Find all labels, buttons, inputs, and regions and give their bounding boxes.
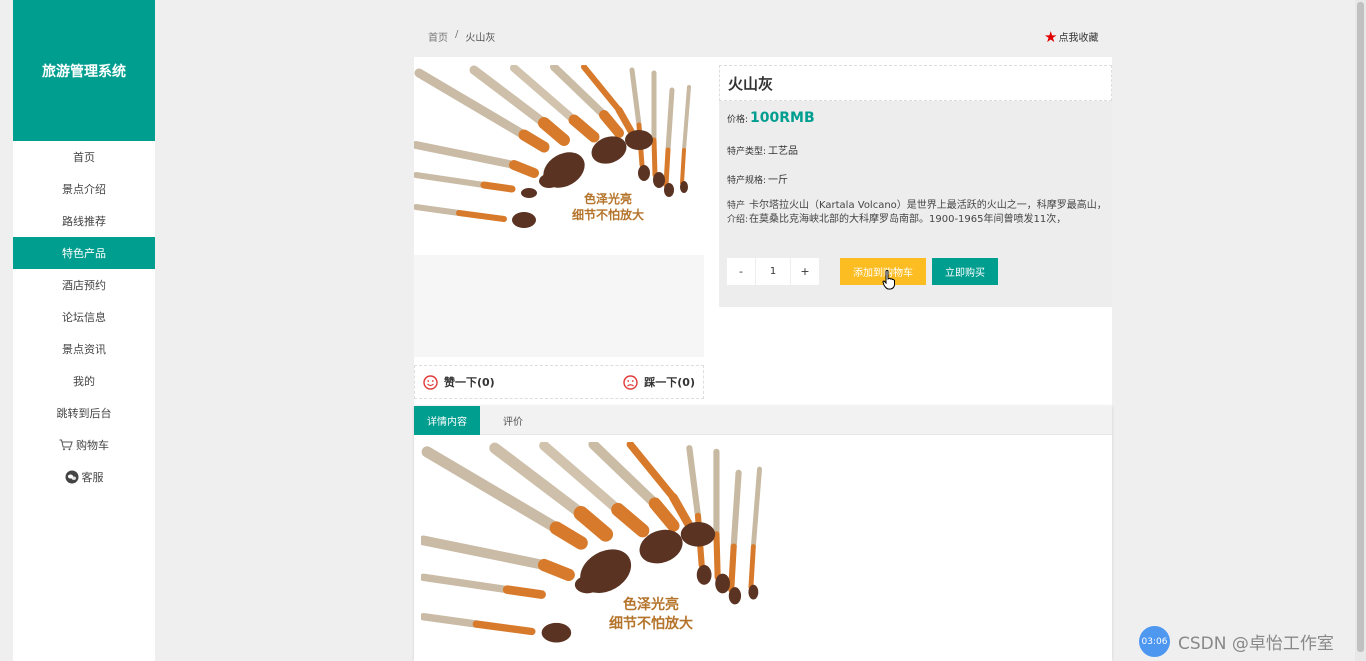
product-panel: 色泽光亮 细节不怕放大 赞一下(0) 踩一下(0) 火山灰 价格: 100RMB… — [414, 57, 1112, 406]
star-icon: ★ — [1044, 27, 1058, 46]
frown-icon — [623, 374, 638, 390]
detail-section: 详情内容 评价 色泽光亮 细节不怕放大 — [414, 406, 1112, 661]
product-image-canvas: 色泽光亮 细节不怕放大 — [414, 65, 704, 255]
cart-icon — [59, 439, 73, 451]
watermark: 03:06 CSDN @卓怡工作室 — [1139, 626, 1334, 657]
type-label: 特产类型: — [727, 147, 767, 157]
scrollbar-thumb[interactable] — [1357, 2, 1364, 652]
sidebar-item-hotel-booking[interactable]: 酒店预约 — [13, 269, 155, 301]
tab-reviews[interactable]: 评价 — [490, 406, 536, 435]
sidebar-item-attractions[interactable]: 景点介绍 — [13, 173, 155, 205]
product-image: 色泽光亮 细节不怕放大 — [414, 65, 704, 357]
dislike-label: 踩一下(0) — [644, 376, 695, 389]
breadcrumb-current: 火山灰 — [465, 33, 496, 44]
sidebar-item-label: 论坛信息 — [62, 311, 106, 324]
sidebar-item-label: 酒店预约 — [62, 279, 106, 292]
timer-badge: 03:06 — [1139, 626, 1170, 657]
detail-caption-line2: 细节不怕放大 — [609, 616, 693, 632]
breadcrumb-separator: / — [455, 29, 459, 40]
favorite-button[interactable]: ★ 点我收藏 — [1044, 29, 1098, 44]
sidebar-item-home[interactable]: 首页 — [13, 141, 155, 173]
detail-image: 色泽光亮 细节不怕放大 — [421, 442, 778, 661]
sidebar: 旅游管理系统 首页 景点介绍 路线推荐 特色产品 酒店预约 论坛信息 景点资讯 … — [13, 0, 155, 661]
brand-title: 旅游管理系统 — [13, 0, 155, 141]
vote-bar: 赞一下(0) 踩一下(0) — [414, 365, 704, 399]
sidebar-item-customer-service[interactable]: 客服 — [13, 461, 155, 493]
sidebar-item-forum[interactable]: 论坛信息 — [13, 301, 155, 333]
tab-bar: 详情内容 评价 — [414, 406, 1112, 435]
description-value: 卡尔塔拉火山（Kartala Volcano）是世界上最活跃的火山之一，科摩罗最… — [749, 200, 1107, 225]
quantity-minus-button[interactable]: - — [727, 258, 755, 285]
quantity-input[interactable]: 1 — [755, 258, 791, 285]
detail-caption-line1: 色泽光亮 — [623, 597, 679, 613]
favorite-label: 点我收藏 — [1058, 33, 1099, 44]
description-label: 特产介绍: — [727, 201, 749, 225]
sidebar-item-label: 首页 — [73, 151, 95, 164]
spec-row: 特产规格: 一斤 — [727, 171, 788, 186]
hand-cursor-icon — [882, 270, 895, 290]
description-row: 特产介绍: 卡尔塔拉火山（Kartala Volcano）是世界上最活跃的火山之… — [727, 199, 1107, 227]
like-button[interactable]: 赞一下(0) — [423, 374, 495, 390]
product-title: 火山灰 — [719, 65, 1112, 101]
breadcrumb-home[interactable]: 首页 — [428, 29, 448, 44]
tab-details[interactable]: 详情内容 — [414, 406, 480, 435]
sidebar-item-news[interactable]: 景点资讯 — [13, 333, 155, 365]
quantity-plus-button[interactable]: + — [791, 258, 819, 285]
product-info: 火山灰 价格: 100RMB 特产类型: 工艺品 特产规格: 一斤 特产介绍: … — [719, 65, 1112, 307]
buy-now-button[interactable]: 立即购买 — [932, 258, 998, 285]
dislike-button[interactable]: 踩一下(0) — [623, 374, 695, 390]
sidebar-item-label: 客服 — [81, 471, 104, 484]
sidebar-item-mine[interactable]: 我的 — [13, 365, 155, 397]
price-value: 100RMB — [750, 110, 815, 126]
sidebar-item-label: 购物车 — [76, 439, 109, 452]
image-caption: 色泽光亮 细节不怕放大 — [572, 191, 644, 223]
type-row: 特产类型: 工艺品 — [727, 142, 798, 157]
page-scrollbar[interactable] — [1355, 0, 1366, 661]
sidebar-item-admin[interactable]: 跳转到后台 — [13, 397, 155, 429]
chat-icon — [65, 470, 79, 484]
sidebar-item-label: 景点介绍 — [62, 183, 106, 196]
price-label: 价格: — [727, 115, 749, 125]
sidebar-item-label: 特色产品 — [62, 247, 106, 260]
smiley-icon — [423, 374, 438, 390]
detail-image-caption: 色泽光亮 细节不怕放大 — [609, 596, 693, 634]
sidebar-nav: 首页 景点介绍 路线推荐 特色产品 酒店预约 论坛信息 景点资讯 我的 跳转到后… — [13, 141, 155, 493]
quantity-stepper: - 1 + — [727, 258, 819, 285]
sidebar-item-label: 景点资讯 — [62, 343, 106, 356]
spec-label: 特产规格: — [727, 176, 767, 186]
price-row: 价格: 100RMB — [727, 110, 815, 126]
watermark-text: CSDN @卓怡工作室 — [1178, 634, 1334, 654]
sidebar-item-specialty-products[interactable]: 特色产品 — [13, 237, 155, 269]
breadcrumb: 首页 / 火山灰 — [428, 29, 495, 44]
image-caption-line2: 细节不怕放大 — [572, 208, 645, 222]
sidebar-item-label: 路线推荐 — [62, 215, 106, 228]
sidebar-item-routes[interactable]: 路线推荐 — [13, 205, 155, 237]
image-caption-line1: 色泽光亮 — [584, 192, 633, 206]
spec-value: 一斤 — [768, 175, 789, 186]
sidebar-item-label: 跳转到后台 — [56, 407, 112, 420]
sidebar-item-label: 我的 — [73, 375, 95, 388]
like-label: 赞一下(0) — [444, 376, 495, 389]
sidebar-item-cart[interactable]: 购物车 — [13, 429, 155, 461]
type-value: 工艺品 — [768, 146, 799, 157]
